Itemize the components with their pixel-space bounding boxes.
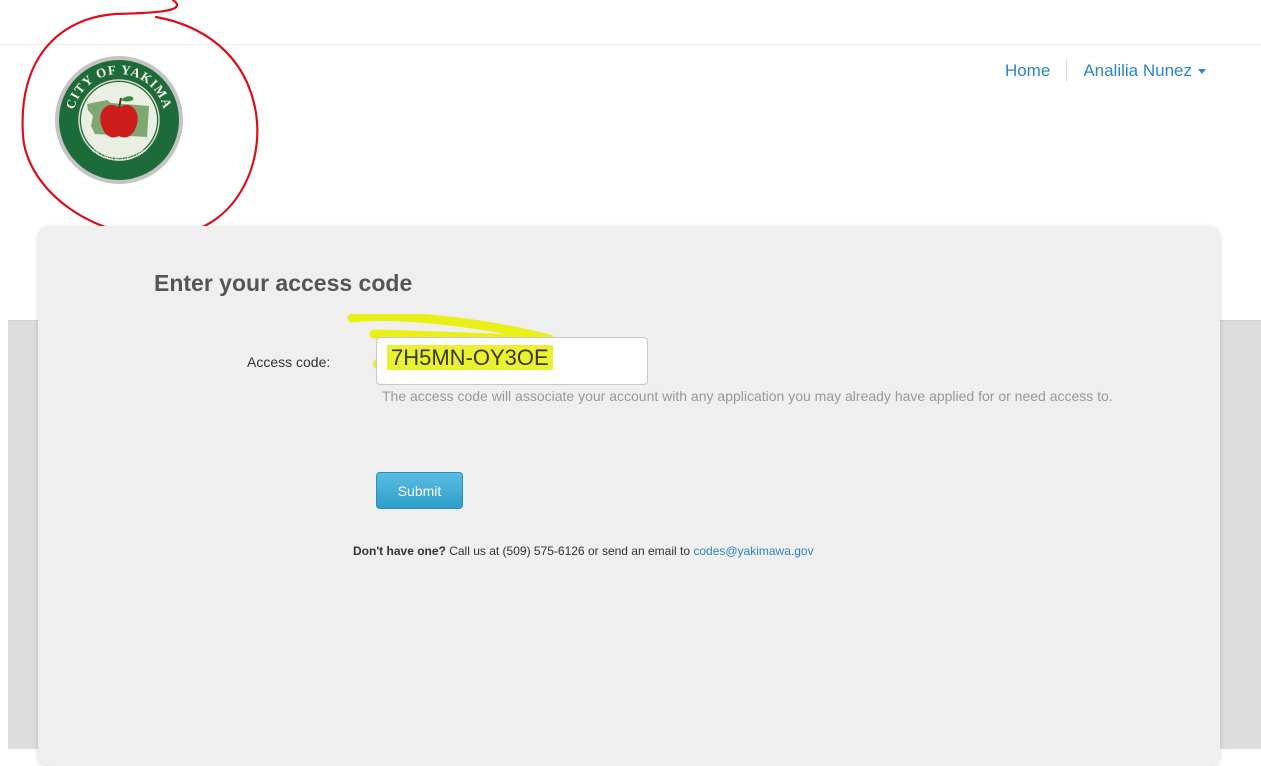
header-divider <box>0 44 1261 45</box>
city-seal-logo[interactable]: CITY OF YAKIMA INCORPORATED 1886 <box>53 54 185 186</box>
access-code-help-text: The access code will associate your acco… <box>382 388 1113 404</box>
top-nav: Home Analilia Nunez <box>1005 60 1206 82</box>
caret-down-icon <box>1198 68 1206 74</box>
access-code-value: 7H5MN-OY3OE <box>387 345 553 370</box>
contact-question: Don't have one? <box>353 544 446 558</box>
apple-icon <box>100 104 138 138</box>
user-name-label: Analilia Nunez <box>1083 61 1192 80</box>
submit-button[interactable]: Submit <box>376 472 463 509</box>
nav-home-link[interactable]: Home <box>1005 61 1066 81</box>
access-code-panel: Enter your access code Access code: 7H5M… <box>38 226 1220 766</box>
user-menu-dropdown[interactable]: Analilia Nunez <box>1067 61 1206 81</box>
contact-phone-text: Call us at (509) 575-6126 or send an ema… <box>445 544 694 558</box>
access-code-label: Access code: <box>247 354 331 370</box>
page-title: Enter your access code <box>154 270 413 296</box>
contact-note: Don't have one? Call us at (509) 575-612… <box>353 544 814 558</box>
access-code-input[interactable]: 7H5MN-OY3OE <box>376 337 648 385</box>
contact-email-link[interactable]: codes@yakimawa.gov <box>693 544 813 558</box>
